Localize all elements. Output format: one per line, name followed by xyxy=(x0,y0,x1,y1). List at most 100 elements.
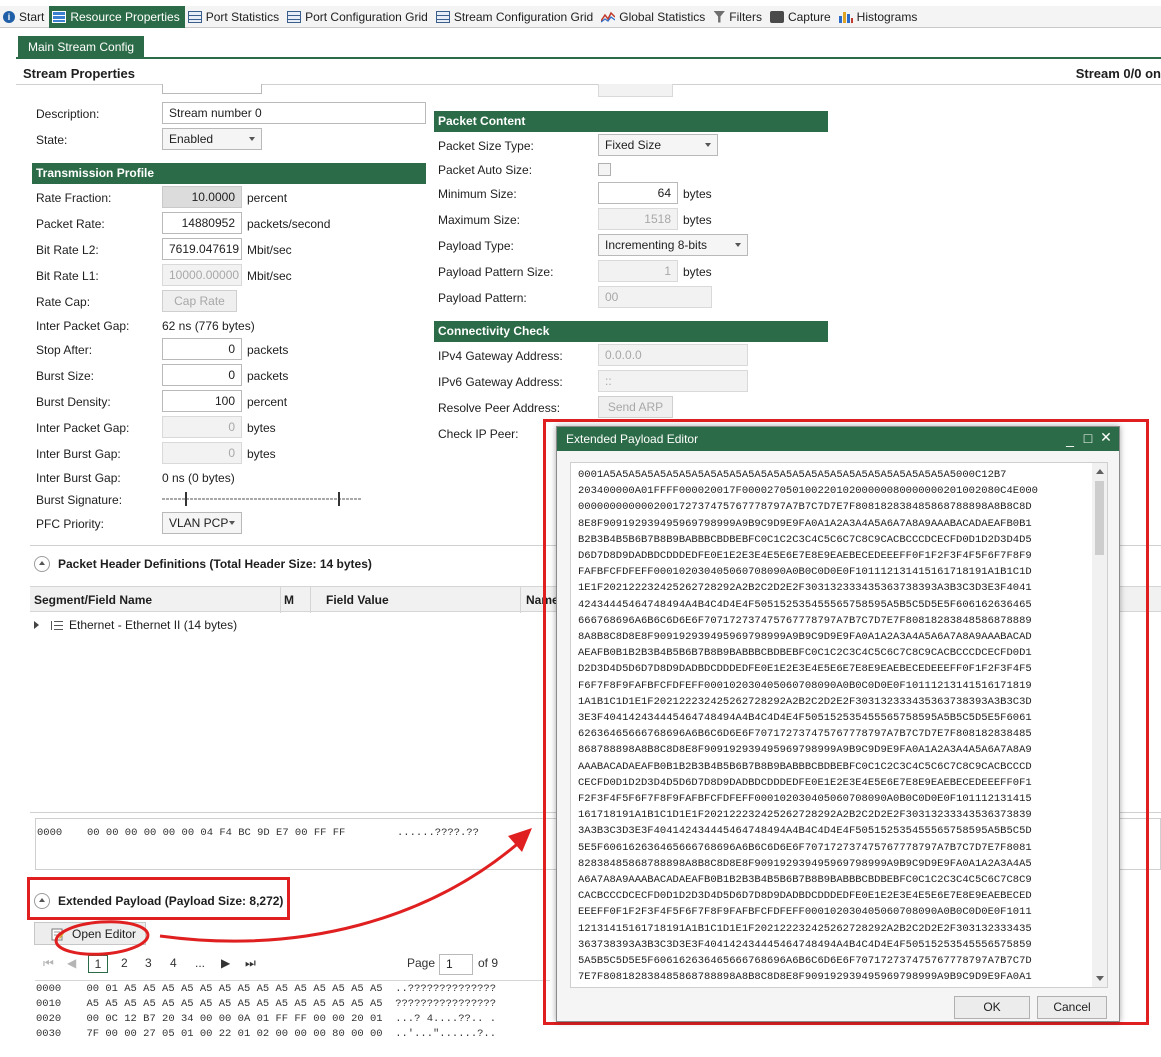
burst-size-unit: packets xyxy=(247,369,289,383)
chevron-down-icon xyxy=(705,143,711,147)
list-item: 0020 00 0C 12 B7 20 34 00 00 0A 01 FF FF… xyxy=(36,1013,497,1025)
edit-icon xyxy=(51,928,65,940)
hex-line: EEEFF0F1F2F3F4F5F6F7F8F9FAFBFCFDFEFF0001… xyxy=(578,906,1032,919)
pfc-priority-select[interactable]: VLAN PCP xyxy=(162,512,242,534)
page-4[interactable]: 4 xyxy=(170,956,177,970)
cancel-button[interactable]: Cancel xyxy=(1037,996,1107,1019)
bit-rate-l2-input[interactable]: 7619.047619 xyxy=(162,238,242,260)
column-field-value[interactable]: Field Value xyxy=(326,593,389,607)
tab-capture[interactable]: Capture xyxy=(767,6,836,28)
payload-hex-editor[interactable]: 0001A5A5A5A5A5A5A5A5A5A5A5A5A5A5A5A5A5A5… xyxy=(570,462,1108,988)
first-page-icon[interactable]: ⏮ xyxy=(43,956,54,971)
ok-button[interactable]: OK xyxy=(954,996,1030,1019)
payload-hex-view[interactable]: 0000 00 01 A5 A5 A5 A5 A5 A5 A5 A5 A5 A5… xyxy=(35,980,550,1044)
payload-pager: ⏮ ◀ 1 2 3 4 ... ▶ ⏭ Page 1 of 9 xyxy=(35,952,550,978)
tab-port-configuration-grid[interactable]: Port Configuration Grid xyxy=(284,6,433,28)
ipv4-gateway-label: IPv4 Gateway Address: xyxy=(438,349,563,363)
check-ip-peer-label: Check IP Peer: xyxy=(438,427,519,441)
bit-rate-l1-input[interactable]: 10000.00000 xyxy=(162,264,242,286)
page-2[interactable]: 2 xyxy=(121,956,128,970)
scrollbar[interactable] xyxy=(1092,463,1107,987)
hex-line: CACBCCCDCECFD0D1D2D3D4D5D6D7D8D9DADBDCDD… xyxy=(578,890,1032,903)
stream-id-label: Stream 0/0 on xyxy=(1075,66,1161,81)
segment-list-icon xyxy=(51,619,63,631)
bit-rate-l2-unit: Mbit/sec xyxy=(247,243,292,257)
hex-line: 3A3B3C3D3E3F404142434445464748494A4B4C4D… xyxy=(578,825,1032,838)
packet-auto-size-checkbox[interactable] xyxy=(598,163,611,176)
last-page-icon[interactable]: ⏭ xyxy=(245,956,256,971)
rate-fraction-unit: percent xyxy=(247,191,288,205)
page-more[interactable]: ... xyxy=(195,956,205,970)
tab-histograms[interactable]: Histograms xyxy=(836,6,923,28)
header-row-ethernet[interactable]: Ethernet - Ethernet II (14 bytes) xyxy=(34,617,237,633)
hex-line: 5A5B5C5D5E5F606162636465666768696A6B6C6D… xyxy=(578,955,1032,968)
maximum-size-input[interactable]: 1518 xyxy=(598,208,678,230)
prev-page-icon[interactable]: ◀ xyxy=(67,956,76,970)
ipv4-gateway-input[interactable]: 0.0.0.0 xyxy=(598,344,748,366)
tab-port-statistics[interactable]: Port Statistics xyxy=(185,6,284,28)
next-page-icon[interactable]: ▶ xyxy=(221,956,230,970)
cap-rate-button[interactable]: Cap Rate xyxy=(162,290,237,312)
packet-rate-unit: packets/second xyxy=(247,217,331,231)
page-1[interactable]: 1 xyxy=(88,955,108,973)
packet-size-type-select[interactable]: Fixed Size xyxy=(598,134,718,156)
inter-burst-gap-time-label: Inter Burst Gap: xyxy=(36,471,121,485)
packet-rate-input[interactable]: 14880952 xyxy=(162,212,242,234)
scroll-down-icon[interactable] xyxy=(1096,976,1104,981)
info-icon: i xyxy=(3,10,15,23)
inter-packet-gap-input[interactable]: 0 xyxy=(162,416,242,438)
column-separator xyxy=(280,587,281,613)
description-input[interactable]: Stream number 0 xyxy=(162,102,426,124)
burst-size-input[interactable]: 0 xyxy=(162,364,242,386)
tab-start[interactable]: i Start xyxy=(0,6,49,28)
inter-packet-gap-unit: bytes xyxy=(247,421,276,435)
payload-pattern-size-input[interactable]: 1 xyxy=(598,260,678,282)
page-number-input[interactable]: 1 xyxy=(439,954,473,975)
header-definitions-expander[interactable] xyxy=(34,556,50,572)
rate-fraction-input[interactable]: 10.0000 xyxy=(162,186,242,208)
burst-density-input[interactable]: 100 xyxy=(162,390,242,412)
tab-stream-configuration-grid[interactable]: Stream Configuration Grid xyxy=(433,6,598,28)
payload-pattern-size-label: Payload Pattern Size: xyxy=(438,265,554,279)
hex-line: FAFBFCFDFEFF000102030405060708090A0B0C0D… xyxy=(578,566,1032,579)
hex-line: 8A8B8C8D8E8F909192939495969798999A9B9C9D… xyxy=(578,631,1032,644)
tab-filters[interactable]: Filters xyxy=(710,6,767,28)
close-icon[interactable]: ✕ xyxy=(1098,429,1114,446)
hex-line: 82838485868788898A8B8C8D8E8F909192939495… xyxy=(578,857,1032,870)
inter-burst-gap-input[interactable]: 0 xyxy=(162,442,242,464)
graph-icon xyxy=(601,11,616,22)
maximize-icon[interactable]: □ xyxy=(1080,430,1096,446)
scroll-up-icon[interactable] xyxy=(1096,469,1104,474)
send-arp-button[interactable]: Send ARP xyxy=(598,396,673,418)
stop-after-input[interactable]: 0 xyxy=(162,338,242,360)
state-select[interactable]: Enabled xyxy=(162,128,262,150)
tab-main-stream-config[interactable]: Main Stream Config xyxy=(18,36,145,59)
grid-icon xyxy=(52,10,67,23)
minimum-size-input[interactable]: 64 xyxy=(598,182,678,204)
payload-type-select[interactable]: Incrementing 8-bits xyxy=(598,234,748,256)
column-m[interactable]: M xyxy=(284,593,294,607)
dialog-title-bar[interactable]: Extended Payload Editor _ □ ✕ xyxy=(557,427,1119,451)
description-label: Description: xyxy=(36,107,100,121)
chevron-down-icon xyxy=(249,137,255,141)
hex-line: B2B3B4B5B6B7B8B9BABBBCBDBEBFC0C1C2C3C4C5… xyxy=(578,533,1032,546)
open-editor-button[interactable]: Open Editor xyxy=(34,922,146,945)
page-label: Page xyxy=(407,956,436,970)
camera-icon xyxy=(769,10,784,23)
tab-resource-properties[interactable]: Resource Properties xyxy=(49,5,185,28)
hex-line: 7E7F808182838485868788898A8B8C8D8E8F9091… xyxy=(578,971,1032,984)
column-segment-field-name[interactable]: Segment/Field Name xyxy=(34,593,152,607)
payload-pattern-input[interactable]: 00 xyxy=(598,286,712,308)
ipv6-gateway-input[interactable]: :: xyxy=(598,370,748,392)
page-3[interactable]: 3 xyxy=(145,956,152,970)
minimize-icon[interactable]: _ xyxy=(1062,431,1078,447)
chevron-right-icon[interactable] xyxy=(34,621,39,629)
burst-density-label: Burst Density: xyxy=(36,395,111,409)
histogram-icon xyxy=(838,11,853,23)
transmission-profile-header: Transmission Profile xyxy=(32,163,426,184)
tab-global-statistics[interactable]: Global Statistics xyxy=(598,6,710,28)
inter-packet-gap-value: 62 ns (776 bytes) xyxy=(162,319,255,333)
scroll-thumb[interactable] xyxy=(1095,481,1104,555)
state-label: State: xyxy=(36,133,68,147)
stream-properties-header: Stream Properties Stream 0/0 on xyxy=(16,61,1161,85)
